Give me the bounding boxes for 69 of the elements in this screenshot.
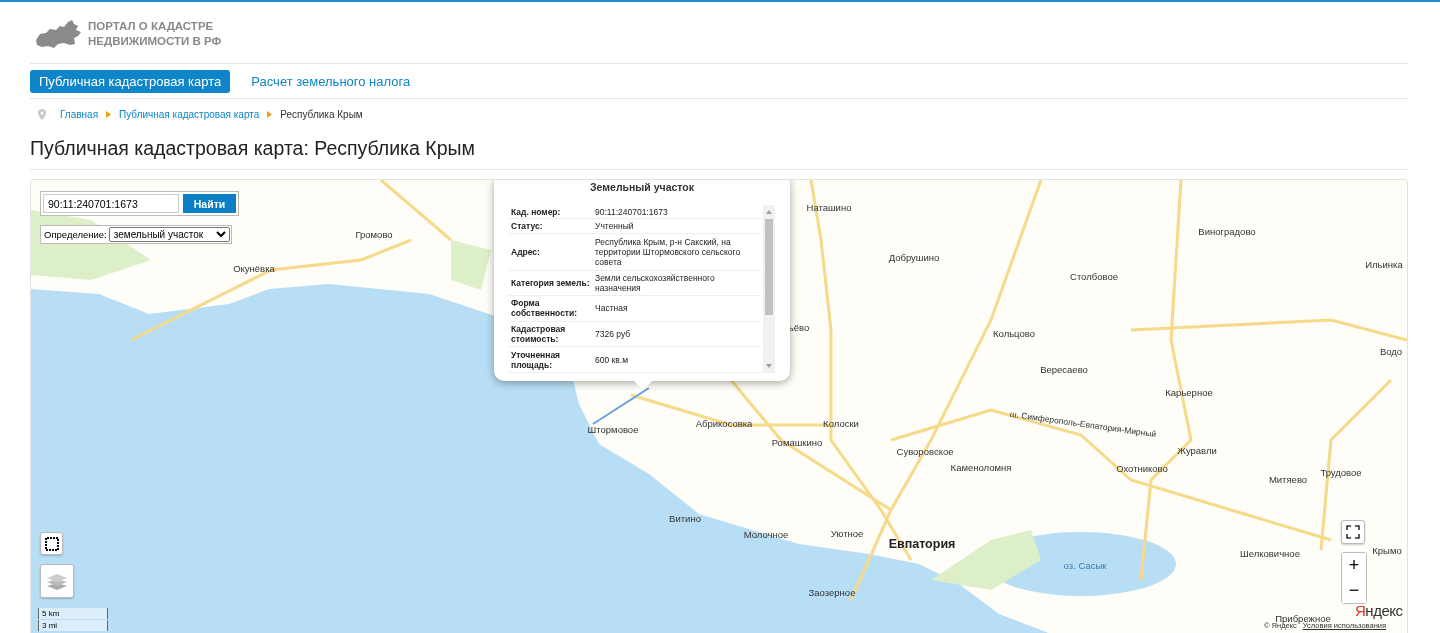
field-value: 7326 руб (593, 321, 761, 347)
field-value: Республика Крым, р-н Сакский, на территории Штормовского сельского совета (593, 233, 761, 271)
breadcrumb-link[interactable]: Публичная кадастровая карта (119, 109, 260, 120)
place-label: оз. Сасык (1063, 559, 1107, 571)
place-label: Уютное (830, 527, 864, 539)
map-logo: Яндекс (1355, 602, 1403, 619)
place-label: Вересаево (1040, 363, 1088, 375)
find-button[interactable]: Найти (183, 194, 236, 213)
place-label: Трудовое (1320, 466, 1362, 478)
field-label: Категория земель: (509, 270, 593, 296)
field-label: Кадастровая стоимость: (509, 321, 593, 347)
place-label: Журавли (1177, 444, 1217, 456)
place-label: Наташино (806, 201, 852, 213)
place-label: Шелковичное (1240, 547, 1300, 559)
popup-title: Земельный участок (589, 180, 695, 195)
definition-label: Определение: (43, 229, 108, 240)
field-label: Форма собственности: (509, 295, 593, 322)
place-label: Каменоломня (950, 461, 1012, 473)
logo-text: ПОРТАЛ О КАДАСТРЕ (88, 19, 215, 34)
caret-icon (106, 111, 112, 118)
breadcrumb-current: Республика Крым (280, 109, 363, 120)
place-label: Столбовое (1070, 270, 1118, 282)
field-label: Адрес: (509, 233, 593, 271)
definition-dropdown[interactable]: земельный участок (108, 227, 230, 242)
place-label: Виноградово (1198, 225, 1256, 237)
place-label: Ильинка (1365, 258, 1403, 270)
place-label: Крымо (1372, 544, 1402, 556)
nav-tab[interactable]: Публичная кадастровая карта (30, 70, 231, 93)
place-label: Громово (355, 228, 393, 240)
place-label: Молочное (743, 528, 789, 540)
field-value: Частная (593, 295, 761, 322)
place-label: Добрушино (888, 251, 940, 263)
place-label: Митяево (1268, 473, 1308, 485)
search-field[interactable]: 90:11:240701:1673 (43, 194, 179, 213)
field-label: Уточненная площадь: (509, 346, 593, 373)
place-label: Колоски (823, 417, 859, 429)
leader-line (591, 386, 651, 426)
place-label: Заозерное (808, 586, 856, 598)
caret-icon (267, 111, 273, 118)
place-label: Ромашкино (771, 436, 823, 448)
place-label: Евпатория (888, 537, 956, 551)
nav-tab[interactable]: Расчет земельного налога (242, 70, 420, 93)
place-label: Суворовское (896, 445, 954, 457)
field-label: Статус: (509, 218, 593, 234)
place-label: Штормовое (587, 423, 639, 435)
field-value: 600 кв.м (593, 346, 761, 373)
field-label: Кад. номер: (509, 205, 593, 219)
place-label: Водо (1379, 345, 1403, 357)
field-value: 90:11:240701:1673 (593, 205, 761, 219)
russia-map-icon (34, 18, 84, 50)
place-label: Охотниково (1116, 462, 1168, 474)
ruler-button[interactable] (40, 532, 63, 555)
place-label: Абрикосовка (695, 417, 753, 429)
scale-bar: 3 mi (38, 620, 108, 631)
breadcrumb-link[interactable]: Главная (60, 109, 99, 120)
field-value: Учтенный (593, 218, 761, 234)
scale-bar: 5 km (38, 608, 108, 619)
page-title: Публичная кадастровая карта: Республика Крым (30, 136, 476, 161)
location-pin-icon (38, 109, 46, 120)
place-label: Окунёвка (233, 262, 275, 274)
place-label: Прибрежное (1275, 612, 1331, 624)
fullscreen-icon (1346, 525, 1360, 539)
place-label: Кольцово (993, 327, 1035, 339)
layers-icon (46, 571, 68, 591)
place-label: Карьерное (1165, 386, 1213, 398)
fullscreen-button[interactable] (1341, 520, 1365, 544)
field-value: Земли сельскохозяйственного назначения (593, 270, 761, 296)
logo-text: НЕДВИЖИМОСТИ В РФ (88, 34, 222, 49)
place-label: Витино (669, 512, 701, 524)
